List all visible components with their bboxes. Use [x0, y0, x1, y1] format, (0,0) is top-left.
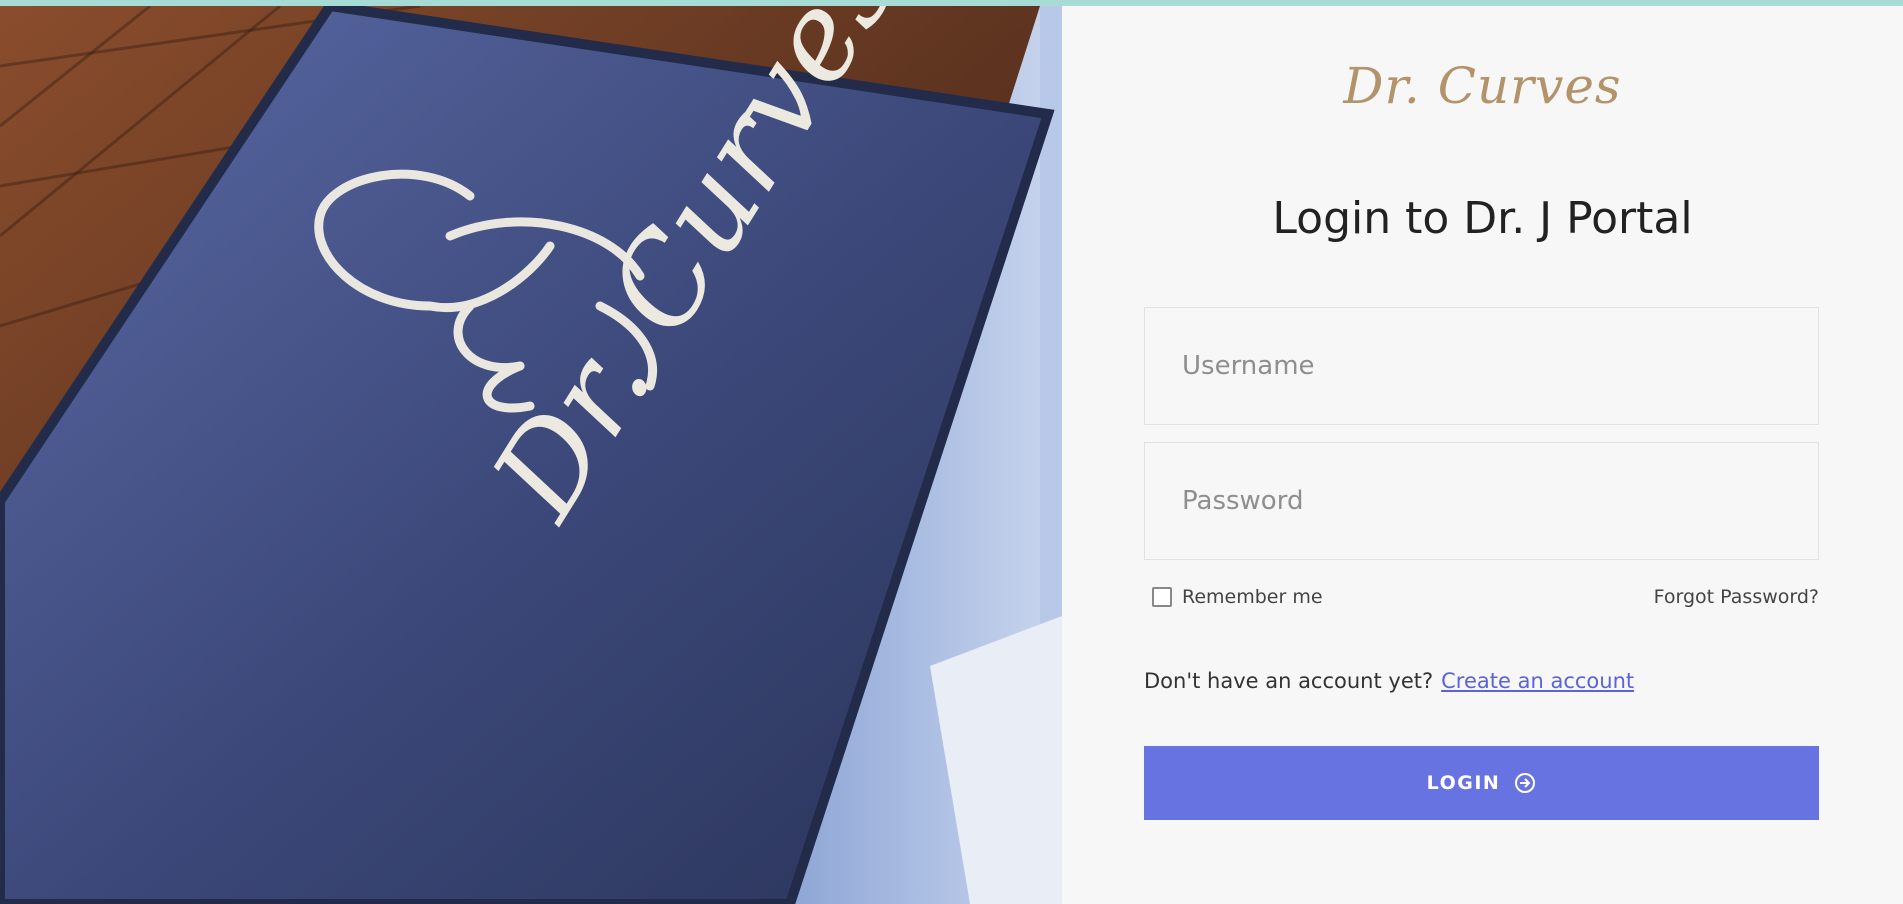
arrow-circle-right-icon [1514, 772, 1536, 794]
username-input[interactable] [1145, 308, 1818, 424]
password-input[interactable] [1145, 443, 1818, 559]
hero-photo: Dr. Curves [0, 6, 1062, 904]
remember-me-checkbox[interactable] [1152, 587, 1172, 607]
username-field-wrapper [1144, 307, 1819, 425]
password-field-wrapper [1144, 442, 1819, 560]
login-panel: Dr. Curves Login to Dr. J Portal Remembe… [1062, 6, 1903, 904]
page-title: Login to Dr. J Portal [1272, 193, 1693, 244]
login-button[interactable]: LOGIN [1144, 746, 1819, 820]
login-button-label: LOGIN [1426, 772, 1501, 794]
doormat-image: Dr. Curves [0, 6, 1062, 904]
brand-logo: Dr. Curves [1062, 58, 1903, 114]
signup-prompt-text: Don't have an account yet? [1144, 669, 1434, 693]
signup-prompt-row: Don't have an account yet? Create an acco… [1144, 666, 1634, 696]
create-account-link[interactable]: Create an account [1441, 669, 1634, 693]
login-page: Dr. Curves Dr. Curves Login to Dr. J Por… [0, 6, 1903, 904]
remember-me-label: Remember me [1182, 586, 1323, 608]
brand-logo-text: Dr. Curves [1343, 57, 1622, 115]
forgot-password-link[interactable]: Forgot Password? [1654, 582, 1819, 612]
login-options-row: Remember me Forgot Password? [1144, 582, 1819, 612]
remember-me[interactable]: Remember me [1152, 582, 1323, 612]
